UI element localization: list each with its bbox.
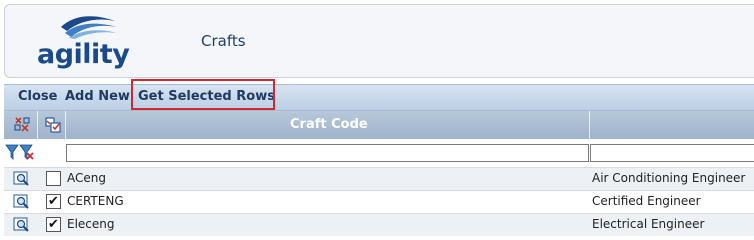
table-row[interactable]: ✔ CERTENG Certified Engineer [4, 190, 754, 213]
description-filter-input[interactable] [590, 144, 754, 162]
column-divider [37, 111, 38, 139]
description-cell: Certified Engineer [592, 194, 701, 208]
craft-code-column-header[interactable]: Craft Code [290, 117, 368, 132]
craft-code-filter-input[interactable] [66, 144, 589, 162]
description-cell: Air Conditioning Engineer [592, 171, 746, 185]
column-divider [589, 111, 590, 139]
brand-name: agility [37, 39, 130, 70]
row-checkbox[interactable]: ✔ [46, 194, 61, 209]
table-row[interactable]: ✔ Eleceng Electrical Engineer [4, 213, 754, 236]
add-new-button[interactable]: Add New [65, 89, 130, 104]
close-button[interactable]: Close [18, 89, 57, 104]
craft-code-cell: Eleceng [67, 217, 115, 231]
craft-code-cell: CERTENG [67, 194, 124, 208]
select-all-icon[interactable] [13, 116, 31, 134]
filter-icon[interactable] [5, 143, 35, 161]
view-record-icon[interactable] [13, 171, 31, 187]
logo-waves-icon [61, 16, 117, 39]
toolbar: Close Add New Get Selected Rows [4, 84, 754, 111]
view-record-icon[interactable] [13, 194, 31, 210]
description-cell: Electrical Engineer [592, 217, 705, 231]
toggle-select-icon[interactable] [44, 116, 62, 134]
page-title: Crafts [201, 32, 246, 50]
column-divider [65, 111, 66, 139]
get-selected-rows-button[interactable]: Get Selected Rows [138, 89, 275, 104]
view-record-icon[interactable] [13, 217, 31, 233]
filter-row [4, 141, 754, 165]
row-checkbox[interactable] [46, 171, 61, 186]
app-header: agility Crafts [4, 4, 754, 78]
craft-code-cell: ACeng [67, 171, 106, 185]
grid-header: Craft Code [4, 111, 754, 139]
table-row[interactable]: ACeng Air Conditioning Engineer [4, 167, 754, 190]
agility-logo: agility [35, 11, 135, 71]
row-checkbox[interactable]: ✔ [46, 217, 61, 232]
